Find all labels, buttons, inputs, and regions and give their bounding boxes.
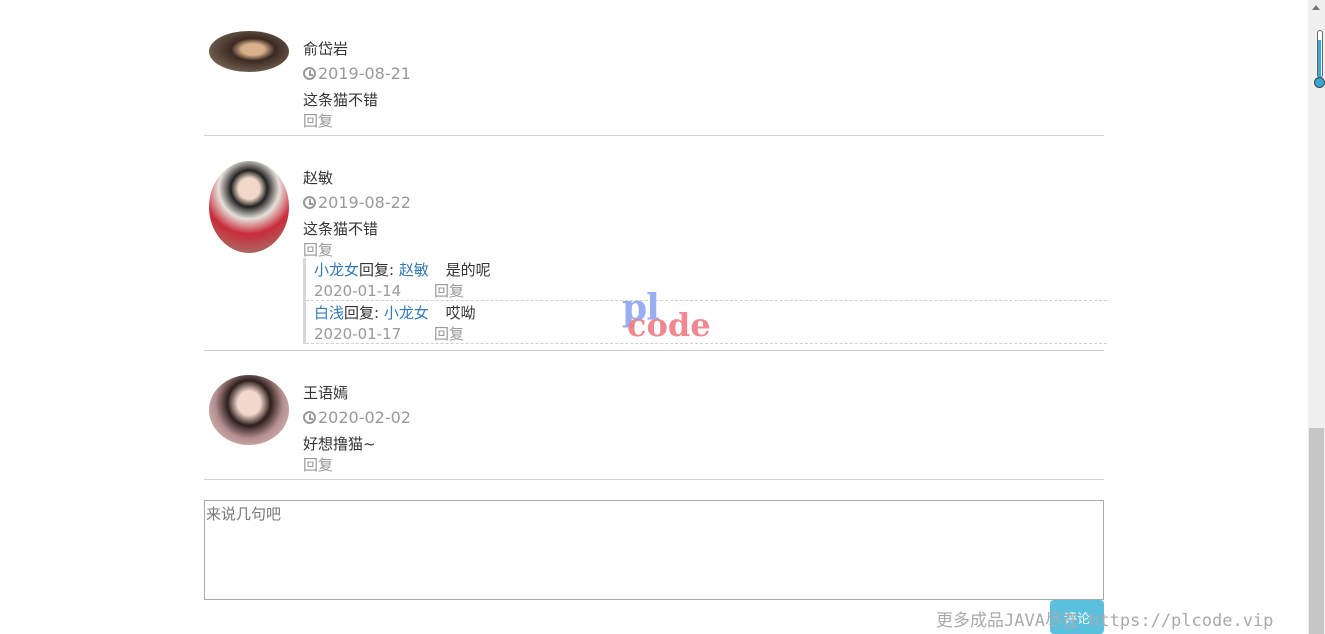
avatar <box>209 375 289 445</box>
comment-input-placeholder: 来说几句吧 <box>206 505 282 523</box>
comment-author: 赵敏 <box>303 169 334 187</box>
reply-button[interactable]: 回复 <box>303 110 333 131</box>
comment-date-text: 2020-02-02 <box>318 408 411 427</box>
avatar <box>209 161 289 253</box>
reply-line: 白浅回复: 小龙女 哎呦 <box>314 302 476 323</box>
comment-item: 王语嫣 2020-02-02 好想撸猫~ 回复 <box>204 351 1104 480</box>
reply-to-link[interactable]: 小龙女 <box>384 304 429 322</box>
comment-author: 俞岱岩 <box>303 40 349 58</box>
reply-meta: 2020-01-17 回复 <box>314 323 464 344</box>
watermark-bottom: code <box>627 306 711 344</box>
reply-from-link[interactable]: 小龙女 <box>314 261 359 279</box>
footer-text: 更多成品JAVA尽在 https://plcode.vip <box>936 611 1274 631</box>
comment-date: 2019-08-22 <box>303 193 411 212</box>
comment-item: 俞岱岩 2019-08-21 这条猫不错 回复 <box>204 0 1104 136</box>
reply-button[interactable]: 回复 <box>434 325 464 343</box>
comment-date: 2020-02-02 <box>303 408 411 427</box>
avatar <box>209 31 289 72</box>
reply-button[interactable]: 回复 <box>434 282 464 300</box>
reply-meta: 2020-01-14 回复 <box>314 280 464 301</box>
thermometer-icon <box>1314 30 1325 88</box>
reply-button[interactable]: 回复 <box>303 454 333 475</box>
thermometer-fill <box>1318 40 1321 80</box>
scrollbar-thumb[interactable] <box>1309 428 1324 634</box>
reply-content: 是的呢 <box>445 261 491 279</box>
comment-text: 这条猫不错 <box>303 91 379 109</box>
watermark-logo: pl code <box>622 290 711 341</box>
clock-icon <box>303 196 316 209</box>
comment-date-text: 2019-08-21 <box>318 64 411 83</box>
reply-line: 小龙女回复: 赵敏 是的呢 <box>314 259 491 280</box>
thermometer-bulb <box>1314 77 1325 88</box>
scrollbar[interactable] <box>1308 0 1325 634</box>
reply-date: 2020-01-17 <box>314 325 402 343</box>
reply-word: 回复: <box>359 261 395 279</box>
comment-input[interactable]: 来说几句吧 <box>204 500 1104 600</box>
comment-text: 好想撸猫~ <box>303 435 376 453</box>
reply-to-link[interactable]: 赵敏 <box>399 261 429 279</box>
reply-button[interactable]: 回复 <box>303 239 333 260</box>
scroll-up-icon[interactable] <box>1312 5 1320 10</box>
comment-date: 2019-08-21 <box>303 64 411 83</box>
comment-text: 这条猫不错 <box>303 220 379 238</box>
clock-icon <box>303 411 316 424</box>
comment-date-text: 2019-08-22 <box>318 193 411 212</box>
comment-author: 王语嫣 <box>303 384 349 402</box>
reply-word: 回复: <box>344 304 380 322</box>
reply-content: 哎呦 <box>445 304 476 322</box>
reply-date: 2020-01-14 <box>314 282 402 300</box>
clock-icon <box>303 67 316 80</box>
reply-from-link[interactable]: 白浅 <box>314 304 344 322</box>
